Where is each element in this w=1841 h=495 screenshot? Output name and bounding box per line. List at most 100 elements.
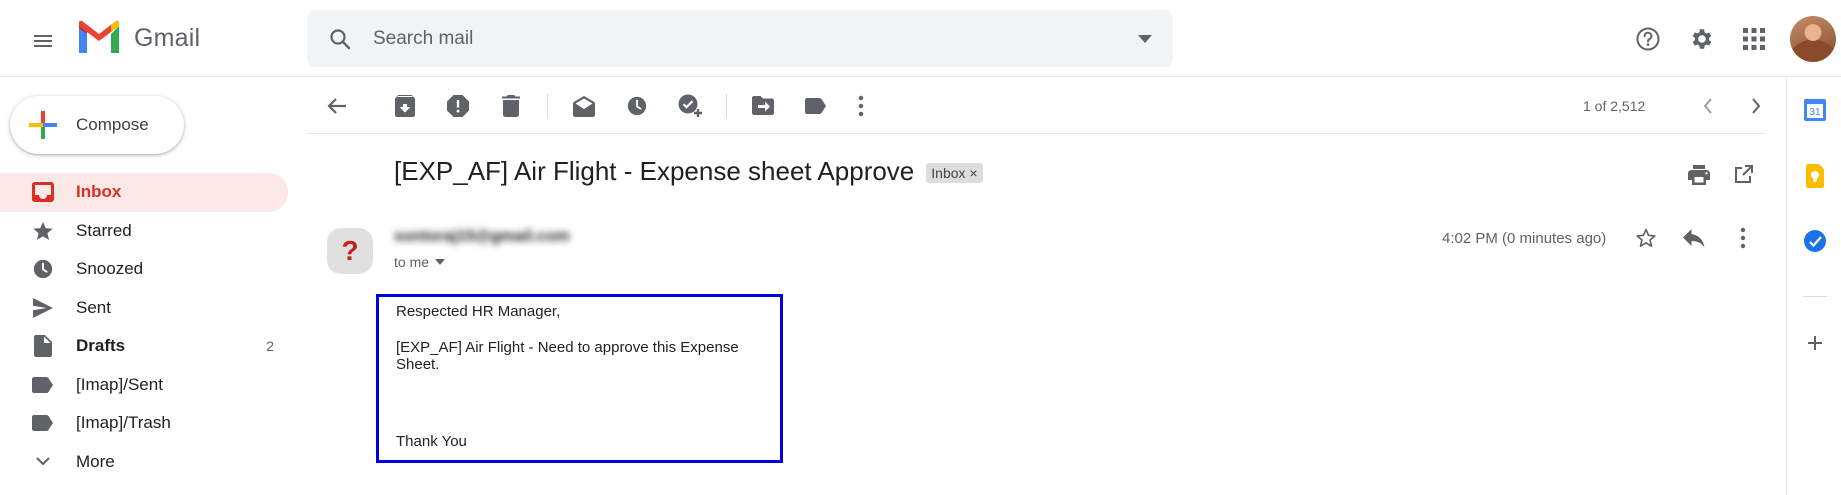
body-greeting: Respected HR Manager, — [396, 303, 561, 320]
draft-icon — [0, 335, 76, 358]
newer-button[interactable] — [1686, 84, 1730, 128]
settings-icon — [1692, 29, 1712, 49]
mark-unread-icon — [573, 96, 595, 117]
support-button[interactable] — [1625, 16, 1671, 62]
gmail-logo[interactable]: Gmail — [76, 18, 200, 58]
next-icon — [1752, 98, 1761, 114]
clock-icon — [0, 258, 76, 280]
more-button[interactable] — [839, 84, 883, 128]
apps-button[interactable] — [1731, 16, 1777, 62]
drafts-count: 2 — [266, 338, 274, 355]
inbox-label-chip[interactable]: Inbox × — [926, 162, 983, 183]
gmail-m-icon — [79, 20, 119, 53]
print-icon — [1688, 165, 1710, 185]
report-spam-button[interactable] — [436, 84, 480, 128]
pagination-text: 1 of 2,512 — [1583, 98, 1646, 114]
search-bar[interactable] — [307, 10, 1173, 67]
tasks-addon-button[interactable] — [1793, 219, 1837, 263]
labels-button[interactable] — [794, 84, 838, 128]
snooze-icon — [627, 96, 647, 116]
help-icon — [1636, 27, 1660, 51]
sender-avatar[interactable]: ? — [327, 228, 373, 274]
send-icon — [0, 297, 76, 318]
menu-icon — [34, 35, 52, 47]
reply-icon — [1683, 229, 1705, 247]
search-options-button[interactable] — [1117, 10, 1173, 67]
inbox-icon — [0, 182, 76, 203]
sidebar-item-sent[interactable]: Sent — [0, 289, 288, 328]
open-in-new-icon — [1735, 165, 1753, 183]
side-panel-divider — [1803, 296, 1827, 297]
more-vert-icon — [1740, 227, 1746, 249]
back-button[interactable] — [315, 84, 359, 128]
app-name: Gmail — [134, 23, 201, 52]
older-button[interactable] — [1734, 84, 1778, 128]
print-all-button[interactable] — [1677, 153, 1721, 197]
sidebar-item-label: Sent — [76, 297, 111, 317]
move-to-icon — [752, 96, 774, 115]
reply-button[interactable] — [1672, 216, 1716, 260]
add-to-tasks-button[interactable] — [668, 84, 712, 128]
star-message-button[interactable] — [1624, 216, 1668, 260]
sidebar-item-inbox[interactable]: Inbox — [0, 173, 288, 212]
label-icon — [0, 415, 76, 432]
sidebar-item-drafts[interactable]: Drafts 2 — [0, 327, 288, 366]
label-chip-text: Inbox — [931, 164, 966, 181]
to-me-label: to me — [394, 254, 430, 270]
open-new-window-button[interactable] — [1721, 153, 1765, 197]
snooze-button[interactable] — [615, 84, 659, 128]
search-button[interactable] — [307, 10, 373, 67]
more-icon — [858, 95, 864, 117]
settings-button[interactable] — [1678, 16, 1724, 62]
recipient-details[interactable]: to me — [394, 254, 446, 270]
calendar-day: 31 — [1809, 107, 1821, 118]
tasks-icon — [1804, 230, 1826, 252]
apps-icon — [1743, 28, 1765, 50]
star-outline-icon — [1636, 228, 1656, 247]
search-icon — [330, 28, 351, 49]
sidebar-item-starred[interactable]: Starred — [0, 212, 288, 251]
main-menu-button[interactable] — [20, 18, 66, 64]
remove-label-button[interactable]: × — [970, 165, 978, 181]
caret-down-icon — [435, 259, 446, 265]
sidebar-item-snoozed[interactable]: Snoozed — [0, 250, 288, 289]
unknown-sender-icon: ? — [341, 235, 359, 266]
keep-icon — [1806, 164, 1824, 188]
compose-plus-icon — [14, 109, 72, 141]
delete-button[interactable] — [489, 84, 533, 128]
archive-button[interactable] — [383, 84, 427, 128]
sender-email[interactable]: sontoraj15@gmail.com — [394, 228, 570, 246]
move-to-button[interactable] — [741, 84, 785, 128]
sidebar-item-label: More — [76, 451, 115, 471]
search-input[interactable] — [373, 27, 1117, 50]
sidebar-item-label: [Imap]/Sent — [76, 374, 163, 394]
account-avatar[interactable] — [1790, 16, 1836, 62]
back-icon — [327, 98, 346, 114]
toolbar-divider — [547, 94, 548, 118]
delete-icon — [502, 95, 520, 117]
body-closing: Thank You — [396, 433, 467, 450]
sidebar-item-label: Inbox — [76, 182, 122, 202]
top-bar: Gmail — [0, 0, 1841, 77]
label-icon — [0, 376, 76, 393]
compose-button[interactable]: Compose — [10, 96, 184, 154]
mark-unread-button[interactable] — [562, 84, 606, 128]
body-line: [EXP_AF] Air Flight - Need to approve th… — [396, 339, 739, 373]
sidebar-item-imap-trash[interactable]: [Imap]/Trash — [0, 404, 288, 443]
sidebar-item-more[interactable]: More — [0, 443, 288, 482]
email-subject: [EXP_AF] Air Flight - Expense sheet Appr… — [394, 156, 915, 186]
dropdown-icon — [1138, 34, 1152, 43]
calendar-icon: 31 — [1804, 99, 1826, 121]
calendar-addon-button[interactable]: 31 — [1793, 88, 1837, 132]
message-toolbar: 1 of 2,512 — [307, 78, 1765, 134]
sidebar-item-label: Starred — [76, 220, 132, 240]
sidebar-item-label: [Imap]/Trash — [76, 413, 171, 433]
message-more-button[interactable] — [1721, 216, 1765, 260]
add-icon — [1808, 336, 1822, 350]
report-spam-icon — [447, 95, 469, 117]
sidebar-item-imap-sent[interactable]: [Imap]/Sent — [0, 366, 288, 405]
side-panel: 31 — [1786, 78, 1841, 495]
keep-addon-button[interactable] — [1793, 154, 1837, 198]
get-addons-button[interactable] — [1793, 321, 1837, 365]
chevron-down-icon — [0, 457, 76, 466]
